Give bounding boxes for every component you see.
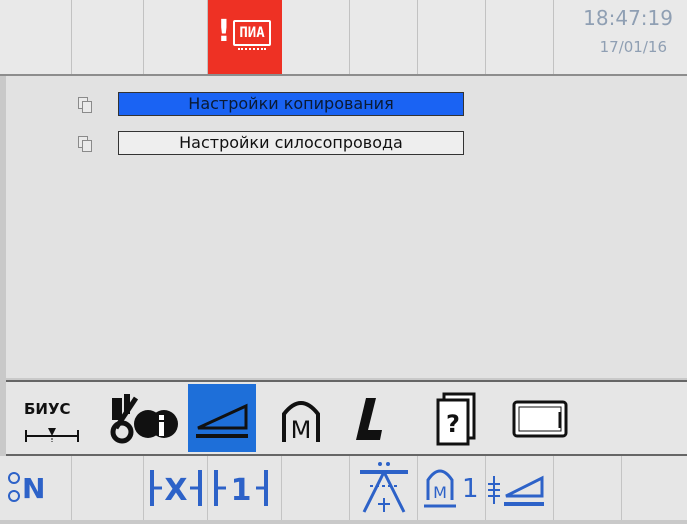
svg-text:X: X	[164, 473, 187, 508]
tilt-wedge-icon	[196, 403, 248, 438]
clock-time: 18:47:19	[583, 6, 673, 30]
function-toolbar: БИУС M ?	[6, 380, 687, 456]
tilt-set-button[interactable]	[486, 456, 554, 520]
tilt-adjust-icon	[488, 475, 544, 506]
svg-text:M: M	[433, 483, 447, 502]
copy-one-icon: 1	[214, 470, 268, 508]
neutral-indicator[interactable]: N	[0, 456, 72, 520]
manual-mode-button[interactable]: M	[276, 384, 326, 452]
menu-item-silo-settings[interactable]: Настройки силосопровода	[6, 131, 687, 157]
m-arch-icon: M	[424, 469, 456, 508]
status-bar: ! ПИА 18:47:19 17/01/16	[0, 0, 687, 76]
spreader-icon	[360, 462, 408, 513]
alarm-indicator[interactable]: ! ПИА	[208, 0, 282, 74]
header-tilt-button[interactable]	[188, 384, 256, 452]
height-scale-icon	[25, 428, 79, 442]
copy-center-icon: X	[150, 470, 202, 508]
svg-text:M: M	[291, 416, 312, 444]
svg-text:?: ?	[446, 410, 460, 438]
empty-slot	[72, 456, 144, 520]
copy-one-button[interactable]: 1	[208, 456, 282, 520]
settings-menu-panel: Настройки копирования Настройки силосопр…	[6, 76, 687, 378]
manual-one-button[interactable]: M 1	[418, 456, 486, 520]
manual-one-label: 1	[462, 474, 479, 504]
screen-icon	[512, 400, 568, 438]
auger-spread-button[interactable]	[350, 456, 418, 520]
harvester-info-icon	[110, 394, 178, 444]
empty-slot	[282, 456, 350, 520]
status-cell	[350, 0, 418, 74]
svg-text:1: 1	[231, 473, 252, 508]
document-stack-icon	[78, 136, 92, 152]
neutral-icon	[8, 472, 20, 502]
clock-date: 17/01/16	[599, 38, 667, 56]
status-cell	[144, 0, 208, 74]
menu-item-label[interactable]: Настройки силосопровода	[118, 131, 464, 155]
alarm-chip-icon: ПИА	[233, 20, 271, 50]
menu-item-copy-settings[interactable]: Настройки копирования	[6, 92, 687, 118]
bottom-function-bar: N X 1 M 1	[0, 456, 687, 520]
biys-label: БИУС	[24, 400, 71, 418]
copy-center-button[interactable]: X	[144, 456, 208, 520]
neutral-label: N	[22, 472, 46, 505]
status-cell	[72, 0, 144, 74]
status-cell	[486, 0, 554, 74]
l-mode-button[interactable]	[346, 384, 396, 452]
display-settings-button[interactable]	[506, 384, 576, 452]
machine-info-button[interactable]	[106, 384, 186, 452]
document-stack-icon	[78, 97, 92, 113]
status-cell	[0, 0, 72, 74]
help-book-icon: ?	[436, 392, 476, 446]
biys-header-height-button[interactable]: БИУС	[20, 384, 84, 452]
empty-slot	[554, 456, 622, 520]
status-cell	[282, 0, 350, 74]
menu-item-label[interactable]: Настройки копирования	[118, 92, 464, 116]
exclamation-icon: !	[217, 14, 231, 49]
l-letter-icon	[356, 398, 382, 440]
status-cell	[418, 0, 486, 74]
help-manual-button[interactable]: ?	[426, 384, 486, 452]
m-arch-icon: M	[282, 401, 320, 444]
